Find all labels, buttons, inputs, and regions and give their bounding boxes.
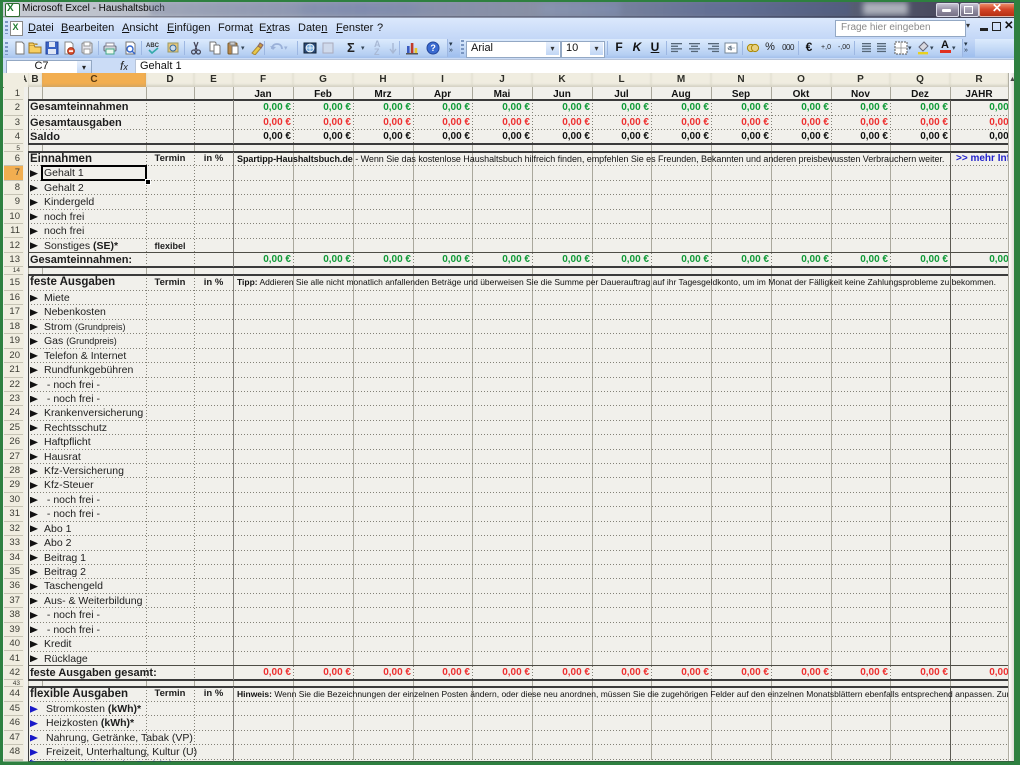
svg-text:a: a <box>728 45 732 52</box>
svg-text:?: ? <box>430 43 436 53</box>
